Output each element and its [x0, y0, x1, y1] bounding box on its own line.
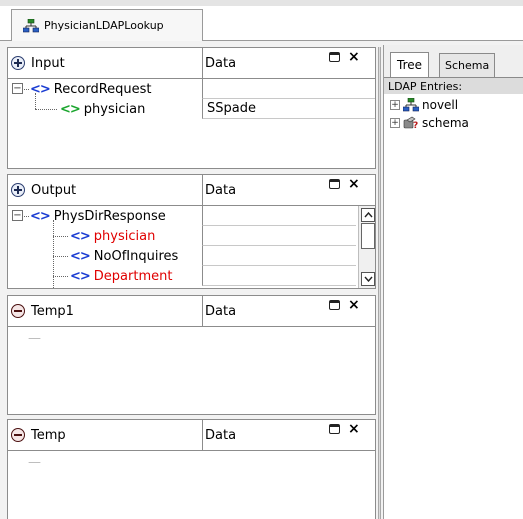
tree-row[interactable]: − <> RecordRequest [8, 79, 375, 99]
output-panel-header: Output Data × [8, 175, 375, 206]
empty-tree-placeholder: — [28, 331, 41, 346]
output-panel: Output Data × − <> PhysDirResponse <> ph… [7, 174, 376, 289]
data-column-header: Data [205, 303, 237, 319]
node-label: physician [83, 101, 146, 117]
panel-title: Output [31, 182, 77, 198]
expand-plus-icon[interactable] [11, 183, 25, 197]
maximize-icon[interactable] [329, 300, 340, 310]
input-panel-header: Input Data × [8, 48, 375, 79]
temp1-panel: Temp1 Data × — [7, 295, 376, 415]
tree-item-novell[interactable]: + novell [390, 96, 458, 114]
temp1-panel-header: Temp1 Data × [8, 296, 375, 327]
data-column-header: Data [205, 55, 237, 71]
close-icon[interactable]: × [348, 177, 360, 191]
data-column-header: Data [205, 427, 237, 443]
node-label: physician [93, 228, 156, 244]
ldap-tree-icon [23, 18, 39, 32]
element-chevron-icon: <> [70, 228, 91, 244]
vertical-scrollbar[interactable] [358, 206, 375, 288]
collapse-toggle-icon[interactable]: − [12, 210, 23, 221]
ldap-entries-label: LDAP Entries: [384, 78, 523, 94]
element-chevron-icon: <> [70, 268, 91, 284]
tree-item-label: novell [422, 98, 459, 112]
scroll-down-button[interactable] [361, 272, 375, 286]
scroll-up-button[interactable] [361, 208, 375, 222]
tree-row[interactable]: <> physician [8, 220, 375, 288]
expand-plus-icon[interactable] [11, 56, 25, 70]
collapse-minus-icon[interactable] [11, 428, 25, 442]
attribute-chevron-icon: <> [60, 101, 81, 117]
chevron-down-icon [363, 276, 373, 282]
temp-panel: Temp Data × — [7, 419, 376, 519]
ldap-browser-panel: Tree Schema LDAP Entries: + novell + ? s… [383, 45, 523, 519]
ldap-tabs: Tree Schema [384, 45, 523, 78]
output-tree-grid: − <> PhysDirResponse <> physician <> NoO… [8, 206, 375, 288]
value-cell[interactable] [202, 226, 356, 246]
element-chevron-icon: <> [30, 208, 51, 224]
tree-row[interactable]: − <> PhysDirResponse [8, 206, 375, 226]
tab-schema[interactable]: Schema [439, 53, 496, 77]
expand-toggle-icon[interactable]: + [390, 100, 400, 110]
node-label: RecordRequest [53, 81, 152, 97]
scroll-thumb[interactable] [361, 223, 375, 249]
tab-tree[interactable]: Tree [390, 52, 430, 77]
empty-tree-placeholder: — [28, 455, 41, 470]
collapse-minus-icon[interactable] [11, 304, 25, 318]
split-pane-divider[interactable] [378, 47, 381, 519]
tree-row[interactable]: <> NoOfInquires [8, 246, 375, 266]
svg-text:?: ? [413, 121, 418, 130]
collapse-toggle-icon[interactable]: − [12, 83, 23, 94]
top-strip [0, 0, 523, 6]
expand-toggle-icon[interactable]: + [390, 118, 400, 128]
node-label: PhysDirResponse [53, 208, 166, 224]
value-cell[interactable] [202, 266, 356, 286]
value-cell[interactable]: SSpade [202, 99, 375, 119]
maximize-icon[interactable] [329, 52, 340, 62]
tree-row[interactable]: <> physician SSpade [8, 93, 375, 119]
ldap-tree-icon [403, 98, 419, 112]
close-icon[interactable]: × [348, 50, 360, 64]
close-icon[interactable]: × [348, 422, 360, 436]
tree-row[interactable]: <> Department [8, 266, 375, 286]
input-panel: Input Data × − <> RecordRequest <> physi… [7, 47, 376, 169]
value-cell[interactable] [202, 246, 356, 266]
node-label: Department [93, 268, 173, 284]
schema-icon: ? [403, 116, 418, 130]
document-tab-label: PhysicianLDAPLookup [44, 19, 164, 32]
maximize-icon[interactable] [329, 424, 340, 434]
panel-title: Temp [31, 427, 66, 443]
data-column-header: Data [205, 182, 237, 198]
panel-title: Input [31, 55, 65, 71]
element-chevron-icon: <> [30, 81, 51, 97]
chevron-up-icon [363, 212, 373, 218]
element-chevron-icon: <> [70, 248, 91, 264]
close-icon[interactable]: × [348, 298, 360, 312]
document-tab[interactable]: PhysicianLDAPLookup [11, 9, 203, 41]
input-tree-grid: − <> RecordRequest <> physician SSpade [8, 79, 375, 119]
value-cell[interactable] [202, 206, 356, 226]
tree-item-label: schema [422, 116, 469, 130]
tree-item-schema[interactable]: + ? schema [390, 114, 469, 132]
value-cell[interactable] [202, 79, 375, 99]
maximize-icon[interactable] [329, 179, 340, 189]
temp-panel-header: Temp Data × [8, 420, 375, 451]
node-label: NoOfInquires [93, 248, 179, 264]
panel-title: Temp1 [31, 303, 74, 319]
